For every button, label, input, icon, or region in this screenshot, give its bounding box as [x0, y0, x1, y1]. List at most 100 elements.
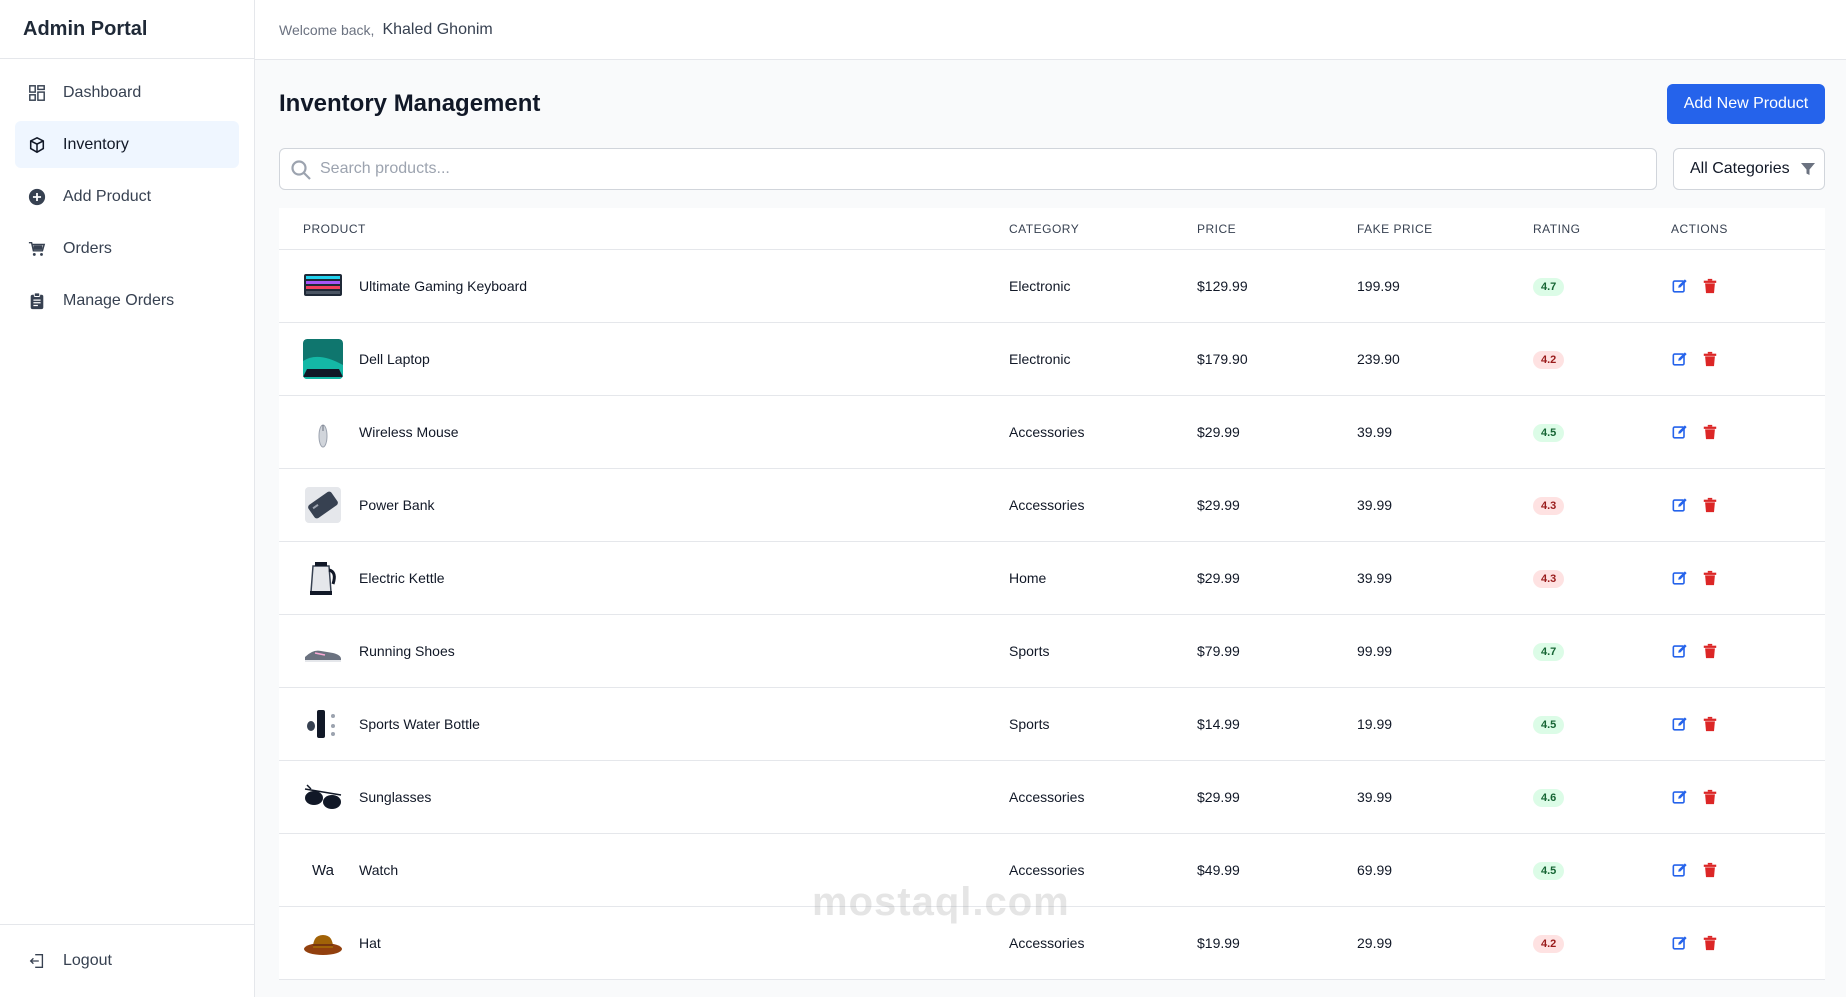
product-thumbnail [303, 266, 343, 306]
product-cell: Electric Kettle [279, 558, 1009, 598]
product-name: Power Bank [359, 497, 435, 513]
actions-cell [1671, 496, 1825, 514]
column-header-rating[interactable]: RATING [1533, 222, 1671, 236]
price-cell: $19.99 [1197, 935, 1240, 951]
edit-icon[interactable] [1671, 788, 1689, 806]
product-name: Running Shoes [359, 643, 455, 659]
price-cell: $29.99 [1197, 789, 1240, 805]
product-thumbnail [303, 704, 343, 744]
rating-badge: 4.5 [1533, 423, 1565, 442]
rating-cell: 4.6 [1533, 788, 1671, 807]
main-content: Inventory Management Add New Product All… [279, 60, 1825, 980]
column-header-actions: ACTIONS [1671, 221, 1728, 236]
page-title: Inventory Management [279, 89, 541, 117]
price-cell: $129.99 [1197, 278, 1248, 294]
product-thumbnail [303, 923, 343, 963]
fake-price-cell: 39.99 [1357, 497, 1393, 513]
edit-icon[interactable] [1671, 569, 1689, 587]
column-header-fake-price[interactable]: FAKE PRICE [1357, 222, 1533, 236]
price-cell: $29.99 [1197, 497, 1240, 513]
broken-image-alt: Wa [312, 861, 334, 879]
sidebar-item-inventory[interactable]: Inventory [15, 121, 239, 168]
rating-badge: 4.5 [1533, 861, 1565, 880]
delete-icon[interactable] [1701, 642, 1719, 660]
delete-icon[interactable] [1701, 715, 1719, 733]
edit-icon[interactable] [1671, 715, 1689, 733]
logout-button[interactable]: Logout [15, 937, 239, 984]
product-thumbnail [303, 558, 343, 598]
rating-cell: 4.3 [1533, 569, 1671, 588]
product-thumbnail [303, 485, 343, 525]
rating-cell: 4.7 [1533, 277, 1671, 296]
product-name: Hat [359, 935, 381, 951]
delete-icon[interactable] [1701, 496, 1719, 514]
price-cell: $29.99 [1197, 424, 1240, 440]
rating-cell: 4.5 [1533, 861, 1671, 880]
category-cell: Accessories [1009, 497, 1085, 513]
delete-icon[interactable] [1701, 788, 1719, 806]
edit-icon[interactable] [1671, 934, 1689, 952]
rating-badge: 4.5 [1533, 715, 1565, 734]
sidebar-item-orders[interactable]: Orders [15, 225, 239, 272]
filter-row: All Categories [279, 148, 1825, 190]
category-cell: Electronic [1009, 351, 1071, 367]
search-icon [291, 160, 311, 180]
fake-price-cell: 239.90 [1357, 351, 1400, 367]
price-cell: $29.99 [1197, 570, 1240, 586]
delete-icon[interactable] [1701, 277, 1719, 295]
category-select[interactable]: All Categories [1673, 148, 1825, 190]
price-cell: $79.99 [1197, 643, 1240, 659]
edit-icon[interactable] [1671, 423, 1689, 441]
sidebar-item-add-product[interactable]: Add Product [15, 173, 239, 220]
filter-icon [1801, 163, 1815, 175]
sidebar-item-manage-orders[interactable]: Manage Orders [15, 277, 239, 324]
sidebar-item-dashboard[interactable]: Dashboard [15, 69, 239, 116]
edit-icon[interactable] [1671, 496, 1689, 514]
product-thumbnail [303, 777, 343, 817]
actions-cell [1671, 569, 1825, 587]
user-name: Khaled Ghonim [382, 20, 493, 38]
edit-icon[interactable] [1671, 277, 1689, 295]
sidebar-item-label: Dashboard [63, 83, 142, 101]
sidebar-footer: Logout [0, 924, 254, 997]
delete-icon[interactable] [1701, 423, 1719, 441]
dashboard-icon [27, 83, 47, 103]
table-body: Ultimate Gaming Keyboard Electronic $129… [279, 250, 1825, 980]
category-cell: Sports [1009, 716, 1050, 732]
product-name: Wireless Mouse [359, 424, 459, 440]
sidebar: Admin Portal Dashboard Inventory Add Pro… [0, 0, 255, 997]
edit-icon[interactable] [1671, 861, 1689, 879]
table-row: Sunglasses Accessories $29.99 39.99 4.6 [279, 761, 1825, 834]
add-new-product-button[interactable]: Add New Product [1667, 83, 1825, 124]
actions-cell [1671, 350, 1825, 368]
rating-cell: 4.2 [1533, 934, 1671, 953]
delete-icon[interactable] [1701, 861, 1719, 879]
column-header-category[interactable]: CATEGORY [1009, 222, 1197, 236]
fake-price-cell: 69.99 [1357, 862, 1393, 878]
sidebar-item-label: Manage Orders [63, 291, 175, 309]
delete-icon[interactable] [1701, 350, 1719, 368]
table-row: Hat Accessories $19.99 29.99 4.2 [279, 907, 1825, 980]
delete-icon[interactable] [1701, 934, 1719, 952]
table-row: Wa Watch Accessories $49.99 69.99 4.5 [279, 834, 1825, 907]
rating-badge: 4.3 [1533, 569, 1565, 588]
product-thumbnail [303, 339, 343, 379]
rating-badge: 4.2 [1533, 934, 1565, 953]
clipboard-icon [27, 291, 47, 311]
product-name: Watch [359, 862, 399, 878]
edit-icon[interactable] [1671, 642, 1689, 660]
fake-price-cell: 39.99 [1357, 570, 1393, 586]
column-header-product[interactable]: PRODUCT [279, 222, 1009, 236]
products-table: PRODUCT CATEGORY PRICE FAKE PRICE RATING… [279, 208, 1825, 980]
table-row: Ultimate Gaming Keyboard Electronic $129… [279, 250, 1825, 323]
sidebar-nav: Dashboard Inventory Add Product Orders M… [0, 59, 254, 339]
product-cell: Dell Laptop [279, 339, 1009, 379]
column-header-price[interactable]: PRICE [1197, 222, 1357, 236]
product-cell: Power Bank [279, 485, 1009, 525]
delete-icon[interactable] [1701, 569, 1719, 587]
box-icon [27, 135, 47, 155]
search-input[interactable] [280, 149, 1656, 189]
table-row: Dell Laptop Electronic $179.90 239.90 4.… [279, 323, 1825, 396]
category-cell: Accessories [1009, 789, 1085, 805]
edit-icon[interactable] [1671, 350, 1689, 368]
